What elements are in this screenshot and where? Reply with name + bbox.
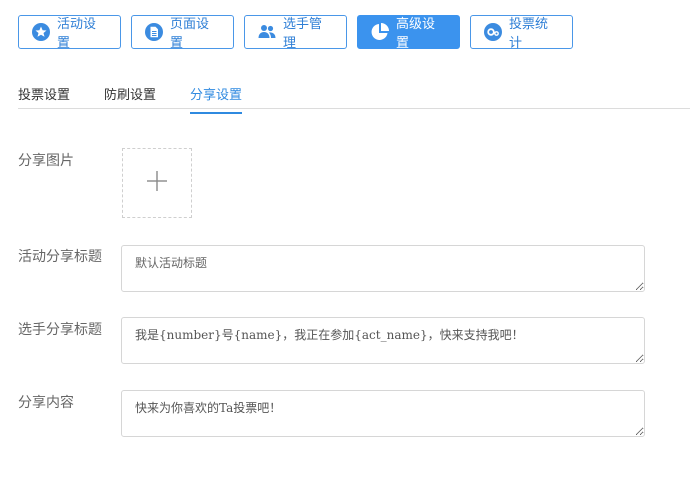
tab-divider [18,108,690,109]
contestant-management-label: 选手管理 [283,17,323,51]
vote-statistics-label: 投票统计 [509,17,549,51]
activity-settings-label: 活动设置 [57,17,97,51]
advanced-settings-label: 高级设置 [396,17,436,51]
document-icon [144,22,164,42]
users-icon [257,22,277,42]
tab-share-settings[interactable]: 分享设置 [190,84,243,114]
advanced-settings-button[interactable]: 高级设置 [357,15,460,51]
top-toolbar: 活动设置 页面设置 选手管理 高级设置 投票统计 [18,15,573,51]
tab-anti-spam-settings[interactable]: 防刷设置 [104,84,156,114]
share-image-upload[interactable] [122,148,192,218]
tab-vote-settings[interactable]: 投票设置 [18,84,70,114]
settings-tabs: 投票设置 防刷设置 分享设置 [18,84,276,114]
plus-icon [146,170,168,196]
pie-chart-icon [370,22,390,42]
page-settings-label: 页面设置 [170,17,210,51]
gears-icon [483,22,503,42]
activity-share-title-label: 活动分享标题 [18,249,102,265]
vote-statistics-button[interactable]: 投票统计 [470,15,573,51]
activity-share-title-input[interactable] [121,245,645,292]
share-content-label: 分享内容 [18,395,74,411]
activity-settings-button[interactable]: 活动设置 [18,15,121,51]
contestant-management-button[interactable]: 选手管理 [244,15,347,51]
contestant-share-title-input[interactable]: 我是{number}号{name}，我正在参加{act_name}，快来支持我吧… [121,317,645,364]
share-content-input[interactable]: 快来为你喜欢的Ta投票吧！ [121,390,645,437]
share-image-label: 分享图片 [18,153,74,169]
contestant-share-title-label: 选手分享标题 [18,322,102,338]
star-icon [31,22,51,42]
page-settings-button[interactable]: 页面设置 [131,15,234,51]
